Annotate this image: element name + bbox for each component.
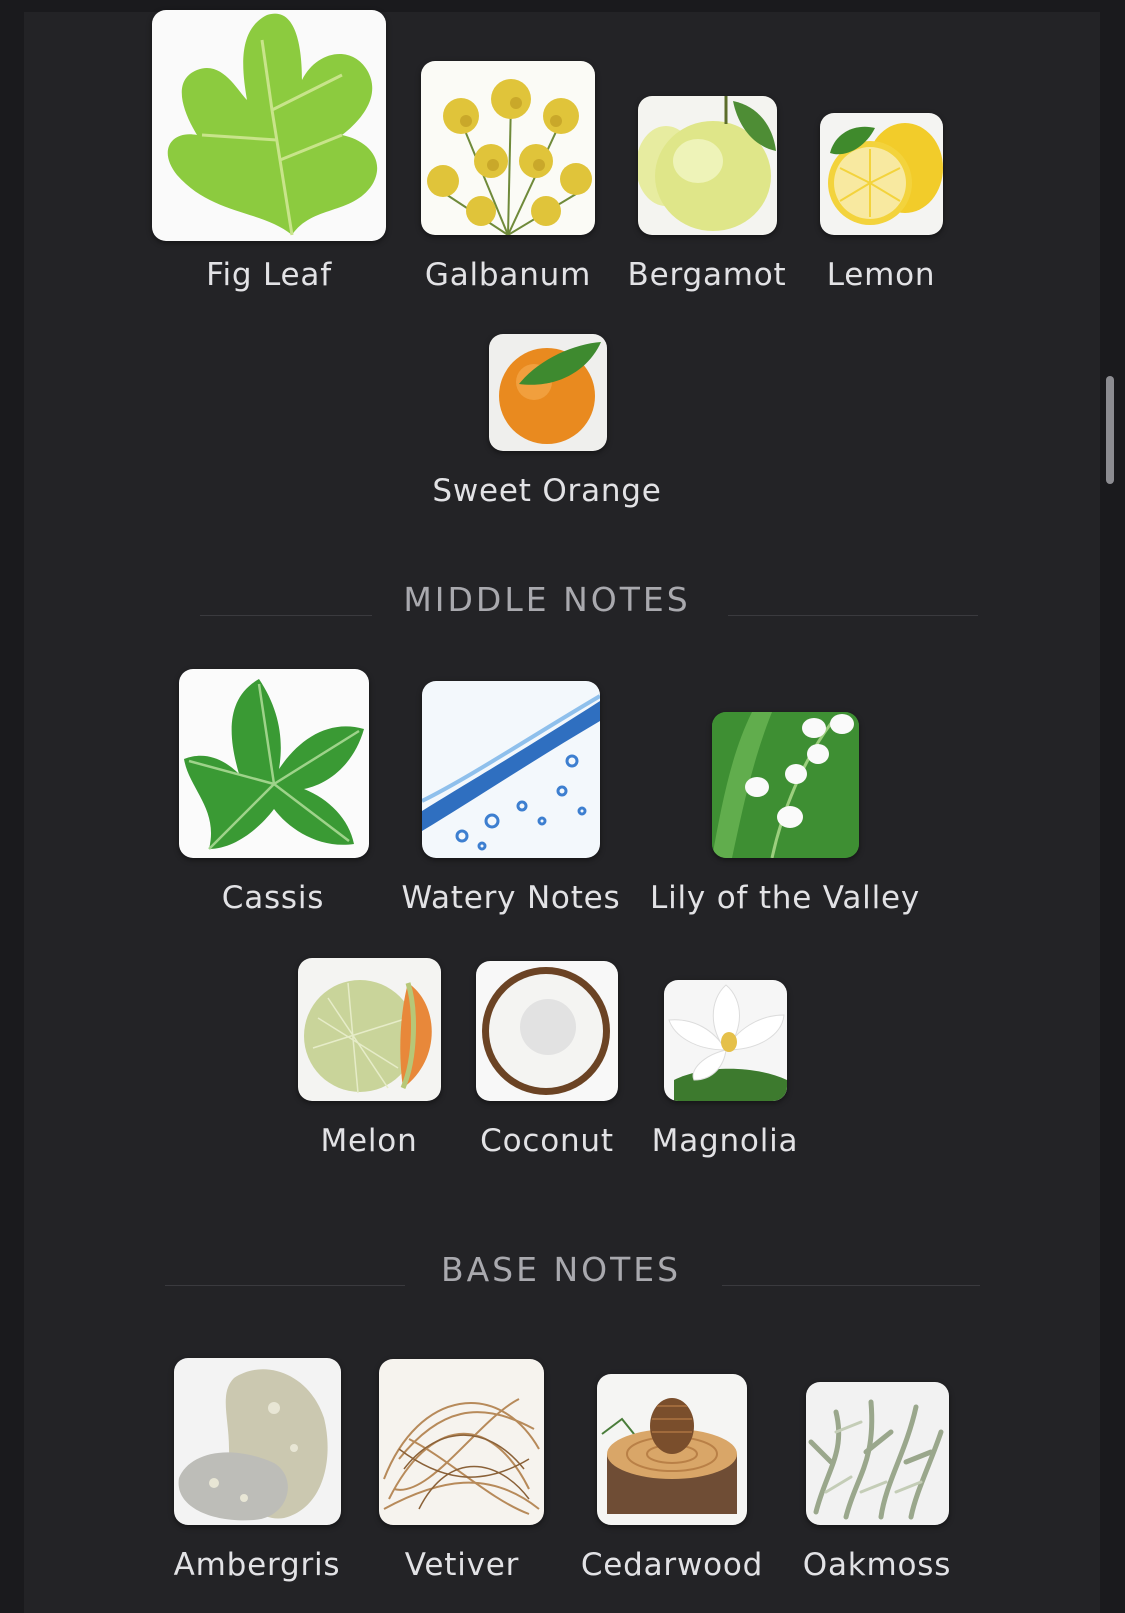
- bergamot-icon[interactable]: [638, 96, 777, 235]
- bergamot-label: Bergamot: [627, 257, 787, 293]
- fig-leaf-label: Fig Leaf: [206, 257, 332, 293]
- lily-of-the-valley-icon[interactable]: [712, 712, 859, 858]
- divider-right: [722, 1285, 980, 1286]
- melon-icon[interactable]: [298, 958, 441, 1101]
- vetiver-label: Vetiver: [404, 1547, 520, 1583]
- divider-left: [165, 1285, 405, 1286]
- sweet-orange-label: Sweet Orange: [432, 473, 662, 509]
- divider-left: [200, 615, 372, 616]
- lemon-icon[interactable]: [820, 113, 943, 235]
- cedarwood-icon[interactable]: [597, 1374, 747, 1525]
- lemon-label: Lemon: [826, 257, 936, 293]
- ambergris-icon[interactable]: [174, 1358, 341, 1525]
- galbanum-icon[interactable]: [421, 61, 595, 235]
- melon-label: Melon: [320, 1123, 418, 1159]
- lily-of-the-valley-label: Lily of the Valley: [650, 880, 920, 916]
- oakmoss-label: Oakmoss: [802, 1547, 952, 1583]
- ambergris-label: Ambergris: [173, 1547, 341, 1583]
- vetiver-icon[interactable]: [379, 1359, 544, 1525]
- oakmoss-icon[interactable]: [806, 1382, 949, 1525]
- cassis-label: Cassis: [221, 880, 325, 916]
- magnolia-icon[interactable]: [664, 980, 787, 1101]
- magnolia-label: Magnolia: [651, 1123, 799, 1159]
- watery-notes-label: Watery Notes: [401, 880, 621, 916]
- coconut-label: Coconut: [480, 1123, 614, 1159]
- watery-notes-icon[interactable]: [422, 681, 600, 858]
- cassis-icon[interactable]: [179, 669, 369, 858]
- cedarwood-label: Cedarwood: [580, 1547, 764, 1583]
- coconut-icon[interactable]: [476, 961, 618, 1101]
- fig-leaf-icon[interactable]: [152, 10, 386, 241]
- middle-notes-heading: MIDDLE NOTES: [403, 580, 691, 619]
- base-notes-heading: BASE NOTES: [440, 1250, 682, 1289]
- sweet-orange-icon[interactable]: [489, 334, 607, 451]
- divider-right: [728, 615, 978, 616]
- scrollbar[interactable]: [1106, 376, 1114, 484]
- galbanum-label: Galbanum: [424, 257, 592, 293]
